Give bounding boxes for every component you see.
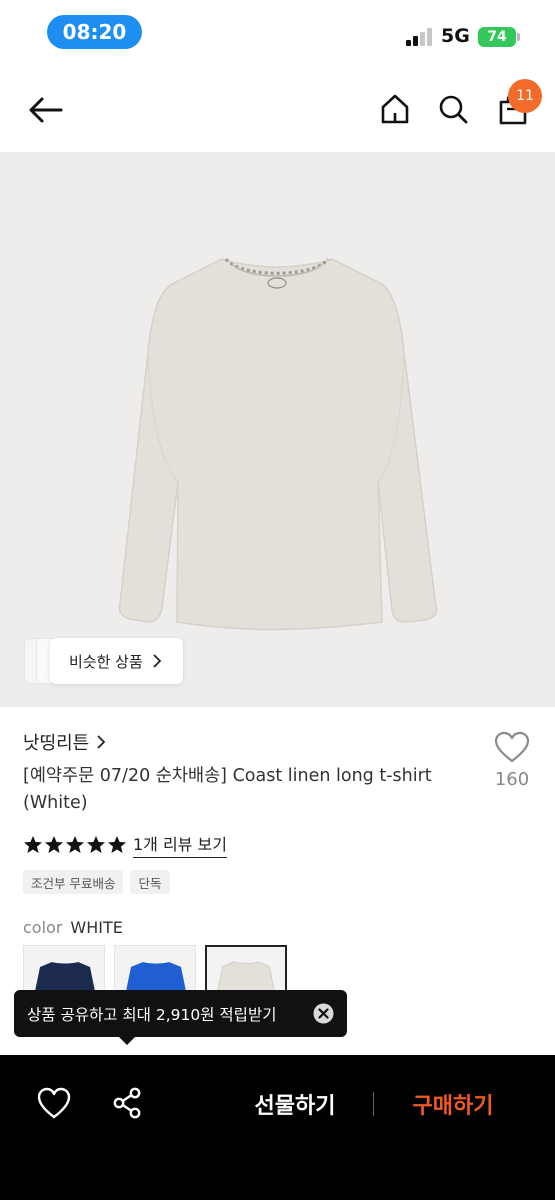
toast-close-button[interactable] — [313, 1003, 334, 1024]
toast-pointer — [118, 1036, 136, 1045]
product-tags: 조건부 무료배송 단독 — [23, 870, 170, 894]
brand-name: 낫띵리튼 — [23, 733, 90, 754]
status-time: 08:20 — [47, 15, 142, 49]
battery-tip — [517, 33, 520, 41]
bottom-wishlist-button[interactable] — [36, 1086, 72, 1122]
battery-indicator: 74 — [478, 27, 516, 47]
gift-button[interactable]: 선물하기 — [235, 1086, 355, 1122]
home-icon — [381, 94, 409, 124]
rating-stars — [23, 835, 127, 855]
wishlist-button[interactable]: 160 — [490, 731, 534, 801]
rating-row: 1개 리뷰 보기 — [23, 831, 227, 858]
chevron-right-icon — [97, 735, 106, 749]
bottom-bar-divider — [373, 1092, 374, 1116]
wishlist-count: 160 — [494, 769, 530, 790]
back-button[interactable] — [22, 90, 68, 130]
toast-message: 상품 공유하고 최대 2,910원 적립받기 — [27, 1005, 277, 1024]
top-nav-bar: 11 — [0, 66, 555, 152]
star-icon — [45, 835, 63, 853]
star-icon — [87, 835, 105, 853]
color-option-label: color WHITE — [23, 918, 123, 937]
share-button[interactable] — [110, 1086, 146, 1122]
brand-link[interactable]: 낫띵리튼 — [23, 729, 106, 755]
color-label: color — [23, 918, 63, 937]
star-icon — [66, 835, 84, 853]
home-button[interactable] — [374, 88, 416, 130]
search-icon — [439, 95, 468, 124]
search-button[interactable] — [432, 88, 474, 130]
share-reward-toast: 상품 공유하고 최대 2,910원 적립받기 — [14, 990, 347, 1037]
tag-exclusive: 단독 — [130, 870, 170, 894]
heart-icon — [494, 731, 530, 763]
review-link[interactable]: 1개 리뷰 보기 — [133, 831, 227, 858]
cellular-signal-icon — [406, 28, 434, 46]
close-circle-icon — [313, 1003, 334, 1024]
product-photo-tshirt — [118, 257, 438, 631]
star-icon — [24, 835, 42, 853]
star-icon — [108, 835, 126, 853]
chevron-right-icon — [153, 654, 161, 668]
color-value: WHITE — [70, 918, 123, 937]
similar-products-button[interactable]: 비슷한 상품 — [50, 638, 183, 684]
arrow-left-icon — [29, 97, 63, 123]
similar-products-label: 비슷한 상품 — [69, 652, 143, 671]
product-image[interactable]: 비슷한 상품 — [0, 152, 555, 707]
status-bar: 08:20 5G 74 — [0, 0, 555, 66]
heart-icon — [37, 1087, 71, 1119]
cart-count-badge: 11 — [508, 79, 542, 113]
tag-free-shipping: 조건부 무료배송 — [23, 870, 124, 894]
product-title: [예약주문 07/20 순차배송] Coast linen long t-shi… — [23, 766, 432, 813]
share-icon — [113, 1087, 141, 1119]
buy-button[interactable]: 구매하기 — [393, 1086, 513, 1122]
network-type: 5G — [441, 25, 470, 47]
bottom-action-bar: 선물하기 구매하기 — [0, 1055, 555, 1200]
